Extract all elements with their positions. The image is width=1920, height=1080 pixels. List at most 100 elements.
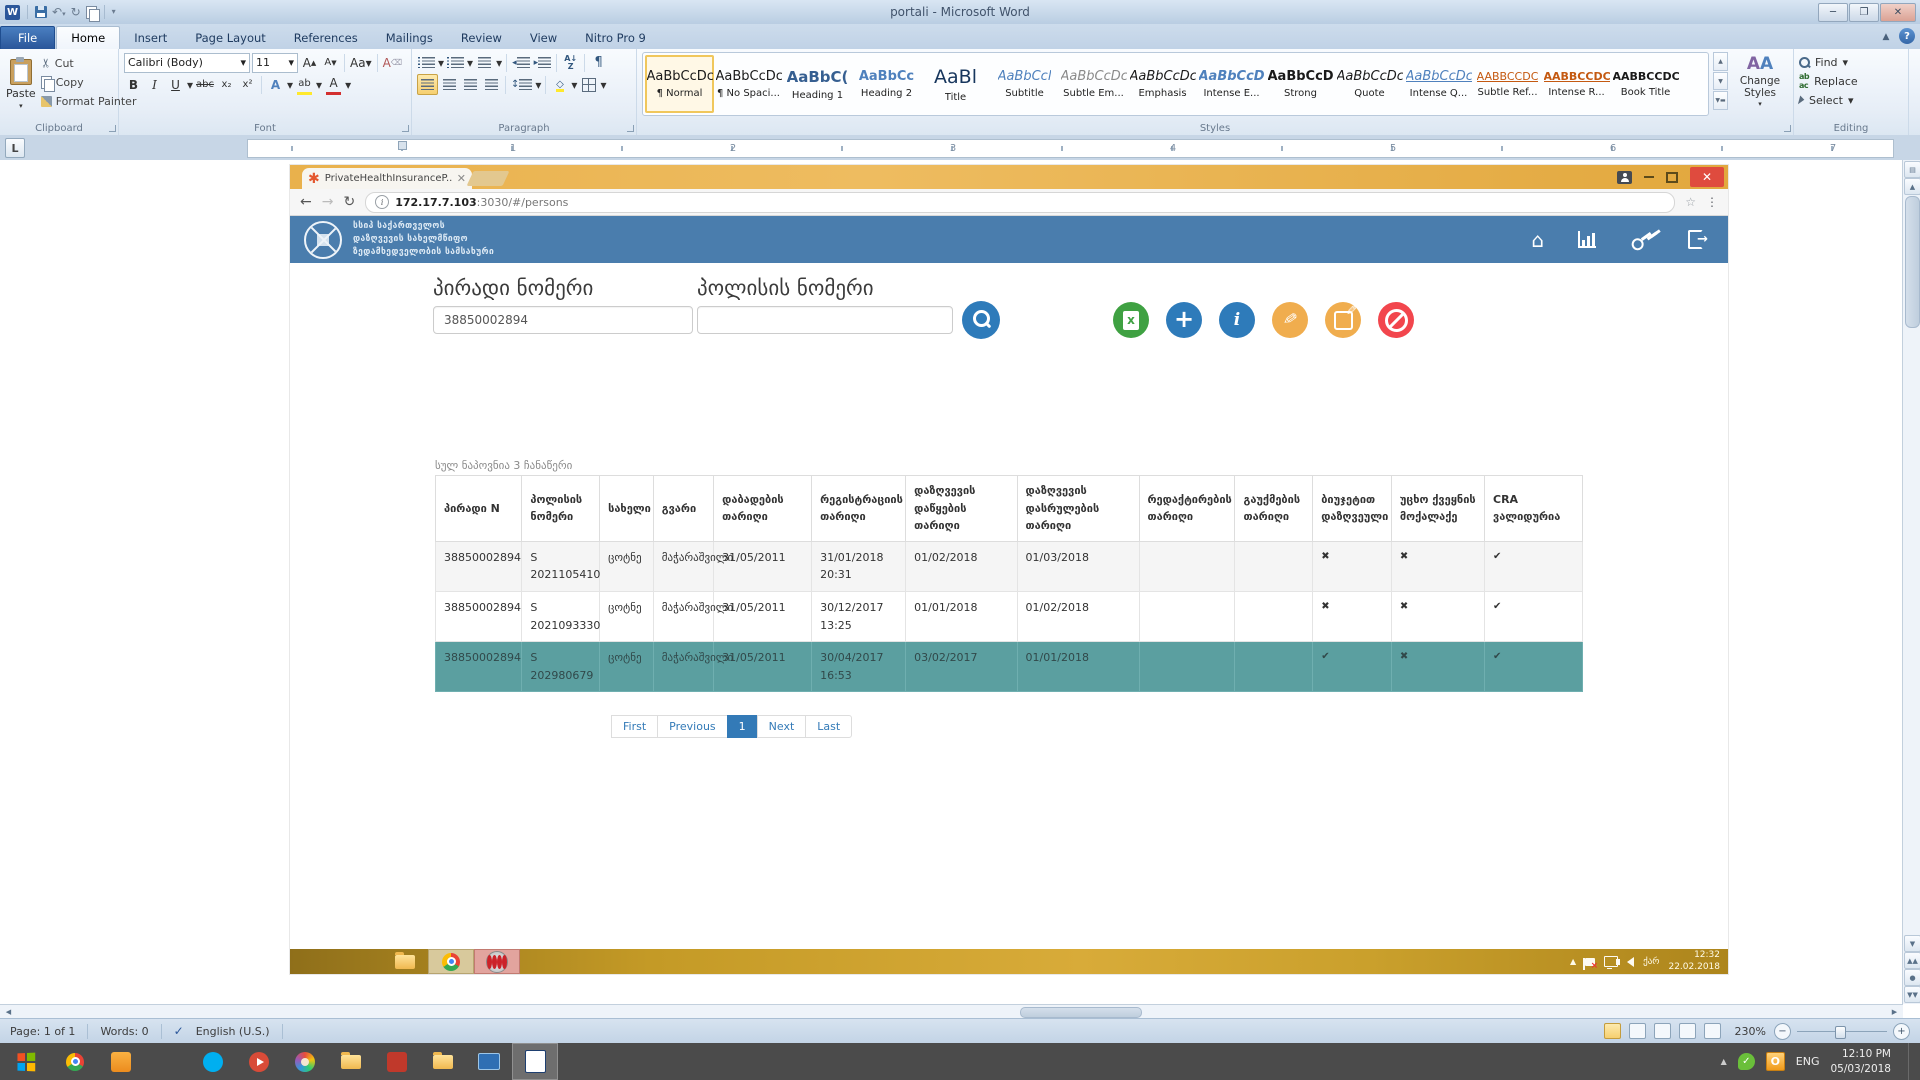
language-indicator[interactable]: ENG [1796, 1055, 1820, 1068]
shot-taskbar-app-chrome[interactable] [428, 949, 474, 974]
style-item[interactable]: AABBCCDC Intense R... [1542, 55, 1611, 113]
web-layout-view-icon[interactable] [1654, 1023, 1671, 1039]
column-header[interactable]: დაბადების თარიღი [714, 476, 812, 542]
change-styles-button[interactable]: AA Change Styles▾ [1732, 52, 1788, 110]
ribbon-tab[interactable]: Review [447, 27, 516, 49]
volume-icon[interactable] [1627, 957, 1634, 967]
language-indicator[interactable]: ქარ [1643, 957, 1659, 967]
column-header[interactable]: პირადი N [436, 476, 522, 542]
pagination-button[interactable]: Last [805, 715, 852, 738]
scroll-thumb[interactable] [1905, 196, 1920, 328]
zoom-in-icon[interactable]: + [1893, 1023, 1910, 1040]
tab-selector[interactable]: L [5, 138, 25, 158]
address-bar[interactable]: i 172.17.7.103:3030/#/persons [365, 192, 1675, 213]
new-tab-button[interactable] [467, 171, 510, 186]
back-icon[interactable]: ← [300, 195, 312, 209]
info-button[interactable]: i [1219, 302, 1255, 338]
font-size-combo[interactable]: 11▾ [252, 53, 298, 73]
shot-taskbar-app-ie[interactable] [336, 949, 382, 974]
minimize-button[interactable]: ─ [1818, 3, 1848, 22]
taskbar-app-documents[interactable]: ​ [420, 1043, 466, 1080]
multilevel-list-button[interactable] [475, 53, 494, 72]
personal-number-input[interactable] [433, 306, 693, 334]
ribbon-tab[interactable]: Insert [120, 27, 181, 49]
chart-icon[interactable] [1578, 231, 1596, 248]
justify-button[interactable] [482, 75, 501, 94]
next-page-icon[interactable]: ▼▼ [1904, 986, 1920, 1003]
pagination-button[interactable]: Previous [657, 715, 728, 738]
cancel-button[interactable] [1378, 302, 1414, 338]
style-item[interactable]: AaBbCcDc Intense Q... [1404, 55, 1473, 113]
align-left-button[interactable] [417, 74, 438, 95]
redo-icon[interactable]: ↻ [71, 6, 81, 18]
tab-close-icon[interactable]: ✕ [457, 172, 466, 185]
column-header[interactable]: პოლისის ნომერი [522, 476, 600, 542]
style-item[interactable]: AaBbCcDc Emphasis [1128, 55, 1197, 113]
messenger-tray-icon[interactable]: ✓ [1738, 1053, 1755, 1070]
pagination-button[interactable]: 1 [727, 715, 758, 738]
column-header[interactable]: დაზღვევის დაწყების თარიღი [906, 476, 1017, 542]
clock[interactable]: 12:3222.02.2018 [1668, 950, 1720, 973]
profile-icon[interactable] [1617, 171, 1632, 184]
taskbar-app-folder[interactable]: ​ [328, 1043, 374, 1080]
style-item[interactable]: AaBbCcDc Quote [1335, 55, 1404, 113]
align-right-button[interactable] [461, 75, 480, 94]
pagination-button[interactable]: Next [757, 715, 807, 738]
search-button[interactable] [962, 301, 1000, 339]
increase-indent-button[interactable]: ▸ [533, 53, 553, 72]
superscript-button[interactable]: x² [238, 75, 257, 94]
shot-taskbar-app-explorer[interactable] [382, 949, 428, 974]
logout-icon[interactable]: → [1688, 230, 1708, 249]
text-effects-button[interactable]: A [266, 75, 285, 94]
taskbar-app-paint[interactable]: ​ [282, 1043, 328, 1080]
shrink-font-button[interactable]: A▼ [321, 53, 340, 72]
action-center-flag-icon[interactable] [1585, 958, 1595, 966]
taskbar-app-ie[interactable]: ​ [144, 1043, 190, 1080]
browser-close-icon[interactable]: ✕ [1690, 167, 1724, 187]
browser-tab[interactable]: ✱ PrivateHealthInsuranceP... ✕ [302, 168, 472, 189]
styles-gallery-scroll[interactable]: ▲▼▼▬ [1713, 52, 1728, 110]
column-header[interactable]: დაზღვევის დასრულების თარიღი [1017, 476, 1139, 542]
minimize-ribbon-icon[interactable]: ▲ [1877, 28, 1895, 46]
document-page[interactable]: ✱ PrivateHealthInsuranceP... ✕ ✕ ← → ↻ i [0, 160, 1903, 1004]
table-row[interactable]: 38850002894S 2021105410ცოტნემაჭარაშვილი3… [436, 541, 1583, 591]
browser-maximize-icon[interactable] [1666, 172, 1678, 183]
fullscreen-reading-view-icon[interactable] [1629, 1023, 1646, 1039]
style-item[interactable]: AaBl Title [921, 55, 990, 113]
scroll-up-icon[interactable]: ▲ [1904, 178, 1920, 195]
outline-view-icon[interactable] [1679, 1023, 1696, 1039]
clear-formatting-button[interactable]: A⌫ [382, 53, 404, 72]
column-header[interactable]: რეგისტრაციის თარიღი [812, 476, 906, 542]
word-app-icon[interactable]: W [5, 5, 20, 20]
ribbon-tab[interactable]: Home [56, 26, 120, 49]
shading-button[interactable]: ◇ [550, 75, 569, 94]
font-family-combo[interactable]: Calibri (Body)▾ [124, 53, 250, 73]
draft-view-icon[interactable] [1704, 1023, 1721, 1039]
home-icon[interactable]: ⌂ [1531, 230, 1544, 250]
browser-menu-icon[interactable]: ⋮ [1706, 195, 1718, 209]
column-header[interactable]: გვარი [653, 476, 713, 542]
page-indicator[interactable]: Page: 1 of 1 [10, 1025, 75, 1038]
taskbar-app-skype[interactable]: ​ [190, 1043, 236, 1080]
line-spacing-button[interactable]: ↕ [510, 75, 533, 94]
ruler-toggle-icon[interactable]: ▤ [1904, 161, 1920, 178]
show-paragraph-marks-button[interactable]: ¶ [589, 53, 608, 72]
paste-button[interactable]: Paste ▾ [5, 52, 37, 116]
horizontal-ruler[interactable]: 1234567 [247, 139, 1894, 158]
taskbar-app-media[interactable]: ​ [236, 1043, 282, 1080]
taskbar-app-outlook[interactable]: ​ [98, 1043, 144, 1080]
zoom-slider[interactable]: − + [1774, 1023, 1910, 1040]
style-item[interactable]: AaBbCcDc Subtle Em... [1059, 55, 1128, 113]
find-button[interactable]: Find▾ [1799, 53, 1903, 71]
zoom-out-icon[interactable]: − [1774, 1023, 1791, 1040]
export-excel-button[interactable]: x [1113, 302, 1149, 338]
style-item[interactable]: AaBbC( Heading 1 [783, 55, 852, 113]
scroll-thumb[interactable] [1020, 1007, 1142, 1018]
ribbon-tab[interactable]: View [516, 27, 571, 49]
scroll-left-icon[interactable]: ◀ [2, 1006, 15, 1017]
edit-button[interactable]: ✎ [1272, 302, 1308, 338]
close-button[interactable]: ✕ [1880, 3, 1916, 22]
print-layout-view-icon[interactable] [1604, 1023, 1621, 1039]
previous-page-icon[interactable]: ▲▲ [1904, 952, 1920, 969]
style-item[interactable]: AaBbCcDc ¶ No Spaci... [714, 55, 783, 113]
